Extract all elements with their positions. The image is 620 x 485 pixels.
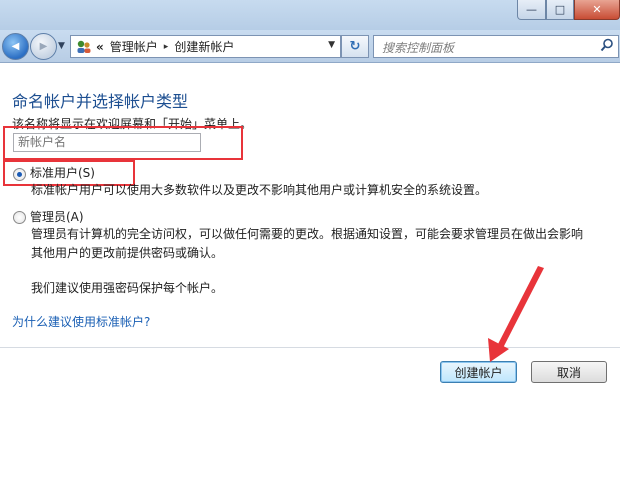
window-controls: — □ ✕ — [517, 0, 620, 20]
address-bar[interactable]: « 管理帐户 ▸ 创建新帐户 ▼ — [70, 35, 341, 58]
address-dropdown-icon[interactable]: ▼ — [328, 40, 335, 50]
cancel-button[interactable]: 取消 — [531, 361, 607, 383]
administrator-description-line-1: 管理员有计算机的完全访问权，可以做任何需要的更改。根据通知设置，可能会要求管理员… — [31, 227, 584, 241]
why-standard-account-link[interactable]: 为什么建议使用标准帐户? — [12, 313, 150, 330]
minimize-button[interactable]: — — [517, 0, 546, 20]
annotation-box-name — [3, 126, 243, 160]
administrator-description-line-2: 其他用户的更改前提供密码或确认。 — [31, 246, 224, 260]
close-button[interactable]: ✕ — [574, 0, 620, 20]
page-title: 命名帐户并选择帐户类型 — [12, 92, 189, 111]
forward-arrow-icon: ▶ — [39, 41, 48, 52]
search-icon[interactable] — [600, 38, 614, 55]
navigation-bar: ◀ ▶ ▼ « 管理帐户 ▸ 创建新帐户 ▼ ↻ 搜索控制面板 — [0, 30, 620, 63]
title-bar: — □ ✕ — [0, 0, 620, 30]
search-placeholder: 搜索控制面板 — [382, 41, 455, 55]
maximize-button[interactable]: □ — [546, 0, 574, 20]
breadcrumb-overflow-icon[interactable]: « — [96, 40, 104, 54]
password-recommendation: 我们建议使用强密码保护每个帐户。 — [31, 281, 224, 295]
footer-divider — [0, 347, 620, 348]
standard-user-description: 标准帐户用户可以使用大多数软件以及更改不影响其他用户或计算机安全的系统设置。 — [31, 183, 488, 197]
back-arrow-icon: ◀ — [11, 41, 20, 52]
administrator-label[interactable]: 管理员(A) — [30, 208, 84, 225]
create-account-button[interactable]: 创建帐户 — [440, 361, 517, 383]
administrator-radio[interactable] — [13, 211, 26, 224]
search-box[interactable]: 搜索控制面板 — [373, 35, 619, 58]
breadcrumb: « 管理帐户 ▸ 创建新帐户 — [96, 38, 234, 55]
forward-button[interactable]: ▶ — [30, 33, 57, 60]
close-icon: ✕ — [592, 3, 602, 16]
refresh-icon: ↻ — [349, 39, 361, 54]
back-button[interactable]: ◀ — [2, 33, 29, 60]
refresh-button[interactable]: ↻ — [341, 35, 369, 58]
breadcrumb-separator-icon[interactable]: ▸ — [164, 42, 169, 52]
maximize-icon: □ — [554, 3, 566, 16]
recent-pages-dropdown-icon[interactable]: ▼ — [58, 41, 65, 51]
control-panel-icon — [75, 39, 93, 55]
breadcrumb-manage-accounts[interactable]: 管理帐户 — [110, 38, 158, 55]
minimize-icon: — — [526, 3, 537, 16]
breadcrumb-create-account[interactable]: 创建新帐户 — [174, 38, 234, 55]
